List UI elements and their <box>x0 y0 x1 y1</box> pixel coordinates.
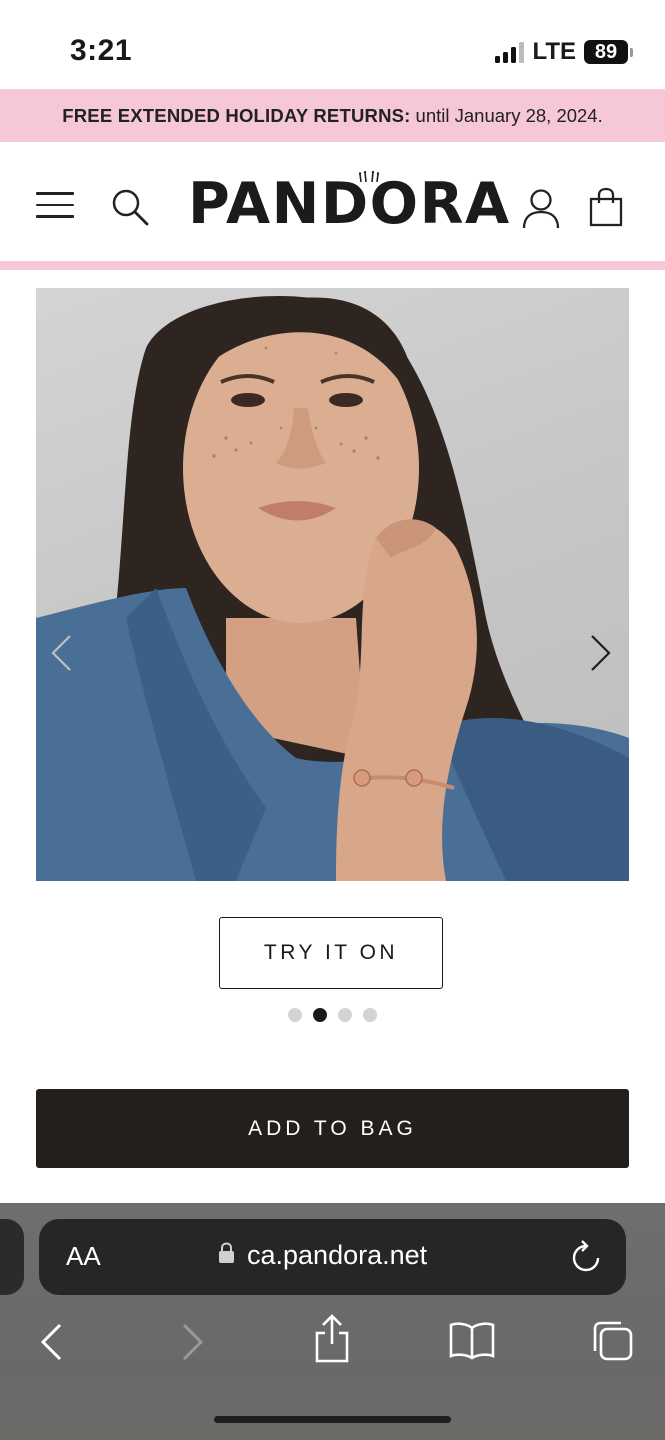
reload-icon[interactable] <box>570 1240 602 1279</box>
share-icon[interactable] <box>312 1314 352 1369</box>
url-text: ca.pandora.net <box>247 1240 428 1270</box>
status-indicators: LTE 89 <box>495 38 633 66</box>
bookmarks-icon[interactable] <box>448 1320 496 1365</box>
text-size-button[interactable]: AA <box>66 1241 101 1272</box>
product-image[interactable] <box>36 288 629 881</box>
previous-tab-pill[interactable] <box>0 1219 24 1295</box>
text-size-label: AA <box>66 1241 101 1271</box>
try-it-on-button[interactable]: TRY IT ON <box>219 917 443 989</box>
user-icon[interactable] <box>522 188 560 235</box>
carousel-dot-active[interactable] <box>313 1008 327 1022</box>
signal-icon <box>495 41 525 63</box>
battery-level: 89 <box>584 40 628 64</box>
search-icon[interactable] <box>110 187 150 232</box>
promo-text: until January 28, 2024. <box>415 104 603 126</box>
chevron-left-icon[interactable] <box>50 634 72 677</box>
bag-icon[interactable] <box>589 187 623 232</box>
home-indicator <box>214 1416 451 1423</box>
add-to-bag-button[interactable]: ADD TO BAG <box>36 1089 629 1168</box>
carousel-dot[interactable] <box>338 1008 352 1022</box>
url-display[interactable]: ca.pandora.net <box>218 1240 427 1271</box>
tabs-icon[interactable] <box>590 1320 634 1367</box>
menu-icon[interactable] <box>36 192 74 218</box>
site-header: PANDORA <box>0 142 665 260</box>
carousel-dots <box>0 1008 665 1022</box>
promo-banner[interactable]: FREE EXTENDED HOLIDAY RETURNS: until Jan… <box>0 89 665 142</box>
promo-bold-text: FREE EXTENDED HOLIDAY RETURNS: <box>62 104 411 126</box>
carousel-dot[interactable] <box>288 1008 302 1022</box>
chevron-right-icon[interactable] <box>590 634 612 677</box>
status-time: 3:21 <box>70 34 133 67</box>
status-bar: 3:21 LTE 89 <box>0 0 665 88</box>
header-divider <box>0 261 665 270</box>
back-icon[interactable] <box>38 1322 64 1367</box>
forward-icon[interactable] <box>180 1322 206 1367</box>
network-label: LTE <box>532 38 576 65</box>
battery-icon: 89 <box>584 40 633 64</box>
lock-icon <box>218 1240 235 1271</box>
carousel-dot[interactable] <box>363 1008 377 1022</box>
logo-text: PANDORA <box>188 171 511 237</box>
